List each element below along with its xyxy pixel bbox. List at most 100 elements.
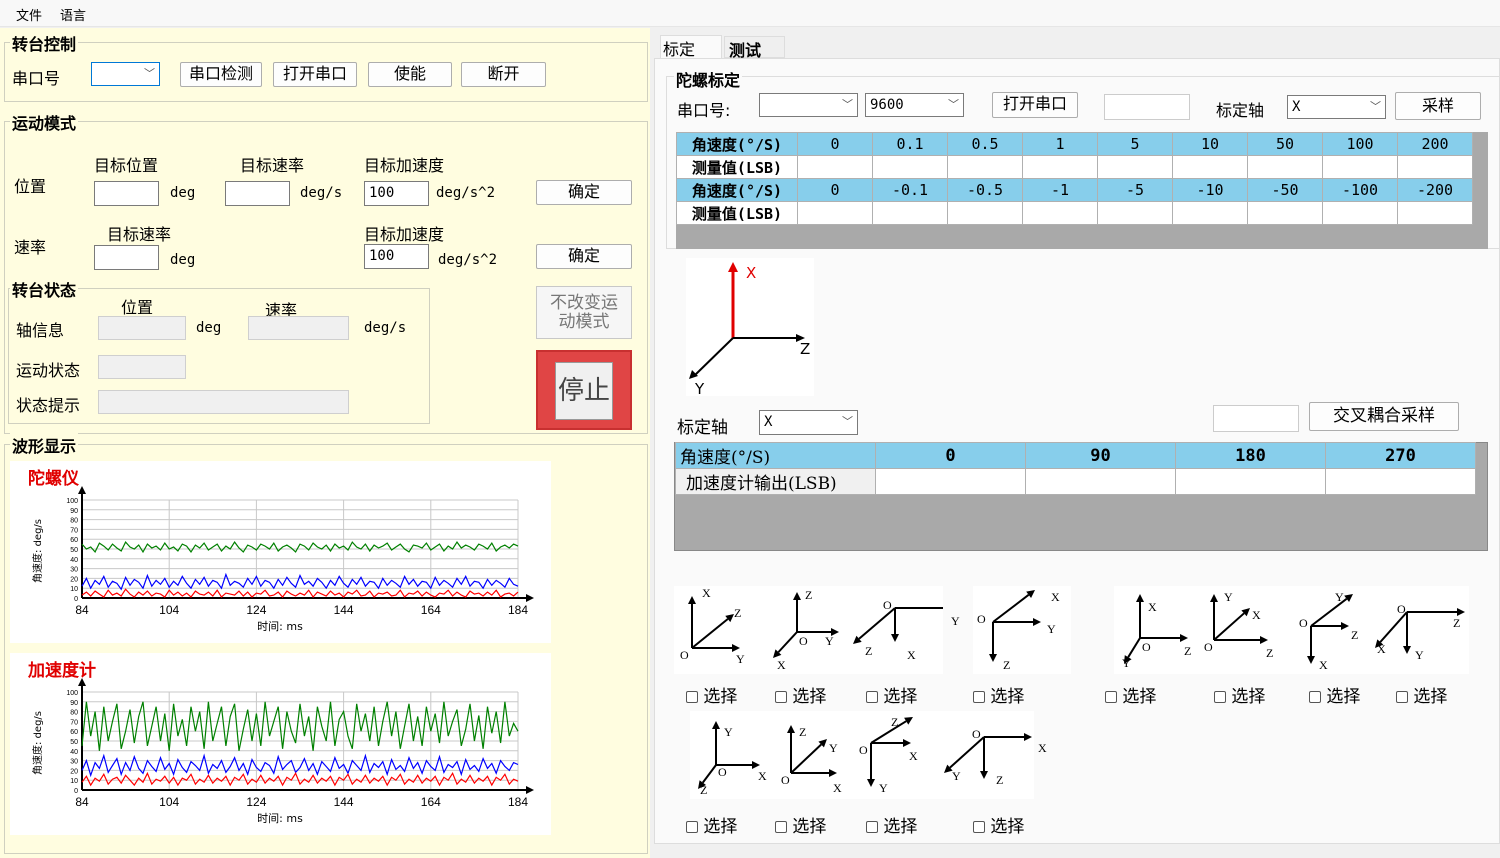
row1-label: 角速度(°/S) xyxy=(676,132,798,156)
y-tick-label: 90 xyxy=(70,700,78,707)
hint-label: 状态提示 xyxy=(16,396,81,415)
cal-open-port-button[interactable]: 打开串口 xyxy=(992,92,1078,118)
cross-axis-label: 标定轴 xyxy=(677,418,728,438)
orientation-select-checkbox[interactable]: 选择 xyxy=(1105,682,1156,707)
stop-button-frame[interactable]: 停止 xyxy=(536,350,632,430)
target-position-input[interactable] xyxy=(94,181,159,206)
checkbox-icon[interactable] xyxy=(1105,691,1117,703)
orientation-axis-label: Y xyxy=(951,614,960,628)
tab-test[interactable]: 测试 xyxy=(724,36,785,60)
row4-label: 测量值(LSB) xyxy=(676,201,798,225)
cross-output-cell[interactable] xyxy=(1025,468,1176,495)
orientation-select-checkbox[interactable]: 选择 xyxy=(1396,682,1447,707)
cal-measure-cell[interactable] xyxy=(1097,201,1173,225)
orientation-axis-label: Z xyxy=(1003,658,1011,672)
gyro-cal-title: 陀螺标定 xyxy=(674,67,743,91)
orientation-select-checkbox[interactable]: 选择 xyxy=(775,812,826,837)
checkbox-icon[interactable] xyxy=(1309,691,1321,703)
cal-measure-cell[interactable] xyxy=(1247,201,1323,225)
orientation-select-checkbox[interactable]: 选择 xyxy=(973,812,1024,837)
cal-axis-select[interactable]: X ﹀ xyxy=(1287,95,1386,119)
degs2-unit-2: deg/s^2 xyxy=(438,252,498,268)
target-acc-input[interactable]: 100 xyxy=(364,181,429,206)
cal-measure-cell[interactable] xyxy=(797,201,873,225)
rate-acc-input[interactable]: 100 xyxy=(364,244,429,269)
cal-measure-cell[interactable] xyxy=(1172,155,1248,179)
orientation-axis-label: Y xyxy=(1047,622,1056,636)
orientation-select-checkbox[interactable]: 选择 xyxy=(1214,682,1265,707)
cal-measure-cell[interactable] xyxy=(1397,201,1473,225)
cal-text-field[interactable] xyxy=(1104,94,1190,120)
checkbox-icon[interactable] xyxy=(866,821,878,833)
checkbox-icon[interactable] xyxy=(973,691,985,703)
orientation-select-checkbox[interactable]: 选择 xyxy=(686,682,737,707)
y-tick-label: 50 xyxy=(70,739,78,746)
series-line-1 xyxy=(81,572,519,591)
cal-measure-cell[interactable] xyxy=(1322,155,1398,179)
cross-output-cell[interactable] xyxy=(1175,468,1326,495)
hint-field xyxy=(98,390,349,414)
cal-header-cell: 10 xyxy=(1172,132,1248,156)
orientation-origin-label: O xyxy=(972,727,981,741)
checkbox-icon[interactable] xyxy=(973,821,985,833)
orientation-select-checkbox[interactable]: 选择 xyxy=(866,812,917,837)
cal-measure-cell[interactable] xyxy=(872,201,948,225)
port-select[interactable]: ﹀ xyxy=(91,62,160,86)
cal-port-select[interactable]: ﹀ xyxy=(759,93,858,117)
series-line-2 xyxy=(81,588,519,598)
orientation-axis-label: Z xyxy=(805,588,813,602)
orientation-select-label: 选择 xyxy=(1231,687,1266,707)
stop-button[interactable]: 停止 xyxy=(555,362,613,420)
orientation-axis-label: Z xyxy=(734,606,742,620)
cal-measure-cell[interactable] xyxy=(1022,201,1098,225)
no-change-mode-button[interactable]: 不改变运动模式 xyxy=(536,286,632,339)
cross-sample-button[interactable]: 交叉耦合采样 xyxy=(1309,402,1459,431)
cross-output-cell[interactable] xyxy=(875,468,1026,495)
checkbox-icon[interactable] xyxy=(686,691,698,703)
cal-measure-cell[interactable] xyxy=(1247,155,1323,179)
cal-measure-cell[interactable] xyxy=(1397,155,1473,179)
cal-measure-cell[interactable] xyxy=(1022,155,1098,179)
target-rate-input[interactable] xyxy=(225,181,290,206)
open-port-button[interactable]: 打开串口 xyxy=(273,62,357,87)
menu-language[interactable]: 语言 xyxy=(60,5,86,24)
cross-output-cell[interactable] xyxy=(1325,468,1476,495)
cross-text-field[interactable] xyxy=(1213,405,1299,432)
orientation-origin-label: O xyxy=(781,773,790,787)
cal-measure-cell[interactable] xyxy=(1322,201,1398,225)
cal-measure-cell[interactable] xyxy=(1172,201,1248,225)
chevron-down-icon: ﹀ xyxy=(948,98,959,111)
cross-angle-cell: 0 xyxy=(875,442,1026,469)
checkbox-icon[interactable] xyxy=(1214,691,1226,703)
orientation-select-checkbox[interactable]: 选择 xyxy=(775,682,826,707)
disconnect-button[interactable]: 断开 xyxy=(461,62,546,87)
confirm-position-button[interactable]: 确定 xyxy=(536,180,632,205)
orientation-select-checkbox[interactable]: 选择 xyxy=(973,682,1024,707)
baud-select[interactable]: 9600 ﹀ xyxy=(865,93,964,117)
checkbox-icon[interactable] xyxy=(686,821,698,833)
orientation-tile: X Z Y O xyxy=(674,586,770,674)
checkbox-icon[interactable] xyxy=(1396,691,1408,703)
y-tick-label: 60 xyxy=(70,537,78,544)
cal-sample-button[interactable]: 采样 xyxy=(1395,92,1481,120)
cal-measure-cell[interactable] xyxy=(1097,155,1173,179)
checkbox-icon[interactable] xyxy=(866,691,878,703)
menu-file[interactable]: 文件 xyxy=(16,5,42,24)
checkbox-icon[interactable] xyxy=(775,691,787,703)
rate-input[interactable] xyxy=(94,245,159,270)
cal-measure-cell[interactable] xyxy=(872,155,948,179)
orientation-select-checkbox[interactable]: 选择 xyxy=(1309,682,1360,707)
confirm-rate-button[interactable]: 确定 xyxy=(536,244,632,269)
enable-button[interactable]: 使能 xyxy=(368,62,452,87)
orientation-select-checkbox[interactable]: 选择 xyxy=(686,812,737,837)
cross-axis-select[interactable]: X ﹀ xyxy=(759,410,858,435)
cal-measure-cell[interactable] xyxy=(947,201,1023,225)
cal-measure-cell[interactable] xyxy=(947,155,1023,179)
checkbox-icon[interactable] xyxy=(775,821,787,833)
chevron-down-icon: ﹀ xyxy=(144,67,155,80)
orientation-select-checkbox[interactable]: 选择 xyxy=(866,682,917,707)
y-tick-label: 80 xyxy=(70,518,78,525)
cal-measure-cell[interactable] xyxy=(797,155,873,179)
detect-port-button[interactable]: 串口检测 xyxy=(180,62,262,87)
tab-calibrate[interactable]: 标定 xyxy=(660,35,722,59)
